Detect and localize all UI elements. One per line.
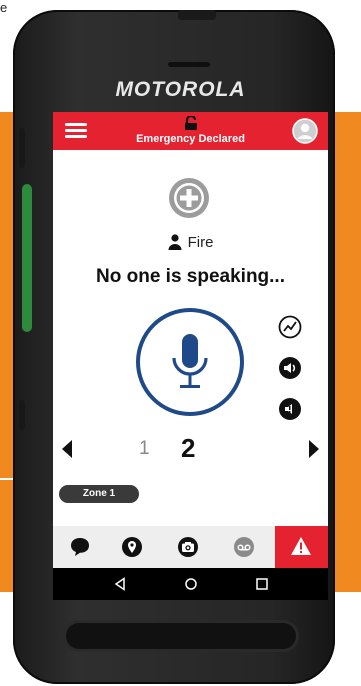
channel-current: 2 xyxy=(181,433,196,463)
chevron-right-icon[interactable] xyxy=(306,438,322,460)
back-icon[interactable] xyxy=(113,577,127,591)
brand-logo: MOTOROLA xyxy=(115,78,246,101)
emergency-title: Emergency Declared xyxy=(136,133,245,145)
camera-icon[interactable] xyxy=(177,536,199,558)
emergency-alert-button[interactable] xyxy=(275,526,328,568)
android-nav-bar xyxy=(53,568,328,600)
location-pin-icon[interactable] xyxy=(121,536,143,558)
emergency-alert-icon xyxy=(291,537,311,555)
channel-selector: 1 2 xyxy=(53,432,328,466)
recents-icon[interactable] xyxy=(255,577,269,591)
signal-graph-icon[interactable] xyxy=(278,315,302,339)
side-ptt-button[interactable] xyxy=(22,184,32,332)
side-actions xyxy=(278,315,308,438)
talkgroup-name: Fire xyxy=(187,233,214,251)
talkgroup-row: Fire xyxy=(53,232,328,252)
chevron-left-icon[interactable] xyxy=(59,438,75,460)
alert-speaker-icon[interactable] xyxy=(278,397,302,421)
bottom-nav xyxy=(53,526,328,568)
channel-previous[interactable]: 1 xyxy=(139,438,150,460)
person-icon xyxy=(168,234,182,250)
zone-badge[interactable]: Zone 1 xyxy=(59,485,139,503)
voicemail-icon[interactable] xyxy=(233,536,255,558)
speaking-status: No one is speaking... xyxy=(96,266,285,287)
earpiece-speaker xyxy=(168,62,210,67)
profile-icon[interactable] xyxy=(292,118,318,144)
device-screen: Emergency Declared Fire No one is speaki… xyxy=(53,112,328,600)
top-knob xyxy=(178,10,216,20)
chat-icon[interactable] xyxy=(69,536,91,558)
side-button-upper[interactable] xyxy=(19,128,25,168)
top-bar: Emergency Declared xyxy=(53,112,328,150)
bottom-speaker-grille xyxy=(66,623,296,649)
side-button-lower[interactable] xyxy=(19,400,25,430)
microphone-icon[interactable] xyxy=(134,306,246,418)
speaker-icon[interactable] xyxy=(278,356,302,380)
unlock-icon xyxy=(185,116,197,130)
corner-text: e xyxy=(0,0,8,15)
home-icon[interactable] xyxy=(184,577,198,591)
plus-circle-icon[interactable] xyxy=(168,177,210,219)
